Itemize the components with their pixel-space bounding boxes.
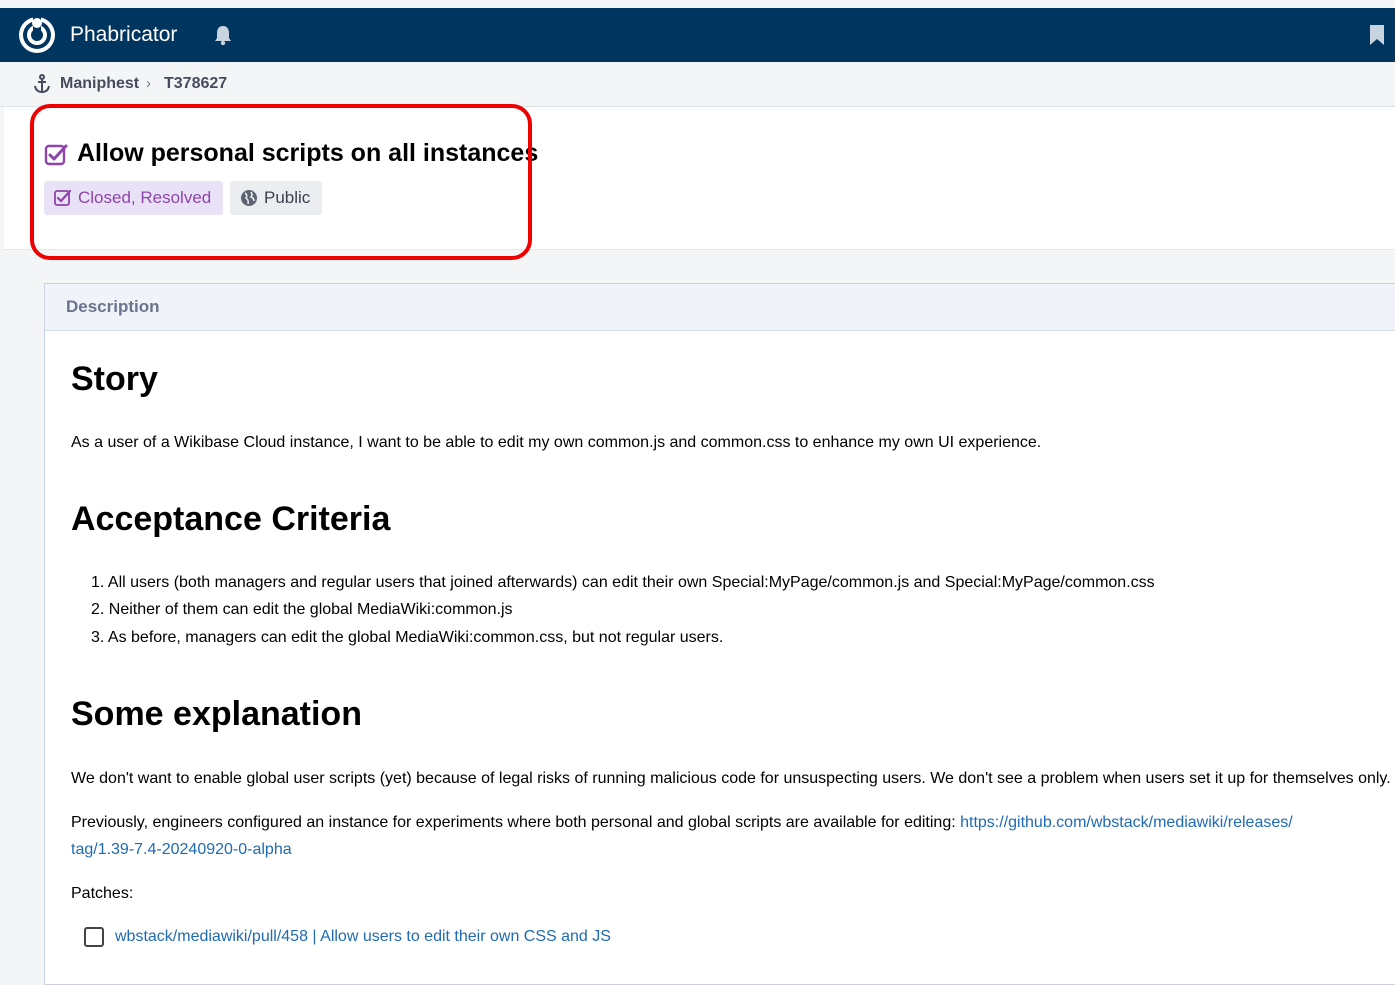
story-heading: Story: [71, 360, 158, 398]
criteria-item: 3. As before, managers can edit the glob…: [91, 629, 724, 646]
patch-checkbox[interactable]: [84, 927, 104, 947]
explanation-heading: Some explanation: [71, 695, 362, 733]
criteria-item: 2. Neither of them can edit the global M…: [91, 601, 513, 618]
description-header: Description: [45, 284, 1395, 331]
release-link-line2[interactable]: tag/1.39-7.4-20240920-0-alpha: [71, 841, 292, 858]
description-title: Description: [66, 297, 160, 316]
highlight-box: [30, 104, 532, 260]
anchor-icon: [34, 74, 50, 94]
criteria-item: 1. All users (both managers and regular …: [91, 574, 1155, 591]
description-panel: Description Story As a user of a Wikibas…: [44, 283, 1395, 985]
patches-label: Patches:: [71, 885, 134, 902]
breadcrumb-task-id[interactable]: T378627: [164, 75, 227, 93]
wikimedia-logo-icon[interactable]: [18, 16, 56, 54]
bell-icon[interactable]: [212, 24, 234, 46]
app-name[interactable]: Phabricator: [70, 23, 177, 47]
explanation-paragraph-2: Previously, engineers configured an inst…: [71, 814, 1293, 832]
breadcrumb: Maniphest › T378627: [0, 62, 1395, 107]
release-link[interactable]: https://github.com/wbstack/mediawiki/rel…: [960, 814, 1293, 831]
patch-item: wbstack/mediawiki/pull/458 | Allow users…: [115, 928, 611, 946]
breadcrumb-separator: ›: [146, 75, 151, 92]
patch-link[interactable]: wbstack/mediawiki/pull/458 | Allow users…: [115, 928, 611, 945]
breadcrumb-maniphest[interactable]: Maniphest: [60, 75, 139, 93]
release-link-continued: tag/1.39-7.4-20240920-0-alpha: [71, 841, 292, 859]
acceptance-criteria-heading: Acceptance Criteria: [71, 500, 391, 538]
bookmark-icon[interactable]: [1368, 25, 1386, 45]
explanation-paragraph: We don't want to enable global user scri…: [71, 770, 1391, 787]
top-navigation-bar: Phabricator: [0, 8, 1395, 62]
explanation-text: Previously, engineers configured an inst…: [71, 814, 961, 831]
story-text: As a user of a Wikibase Cloud instance, …: [71, 434, 1042, 451]
